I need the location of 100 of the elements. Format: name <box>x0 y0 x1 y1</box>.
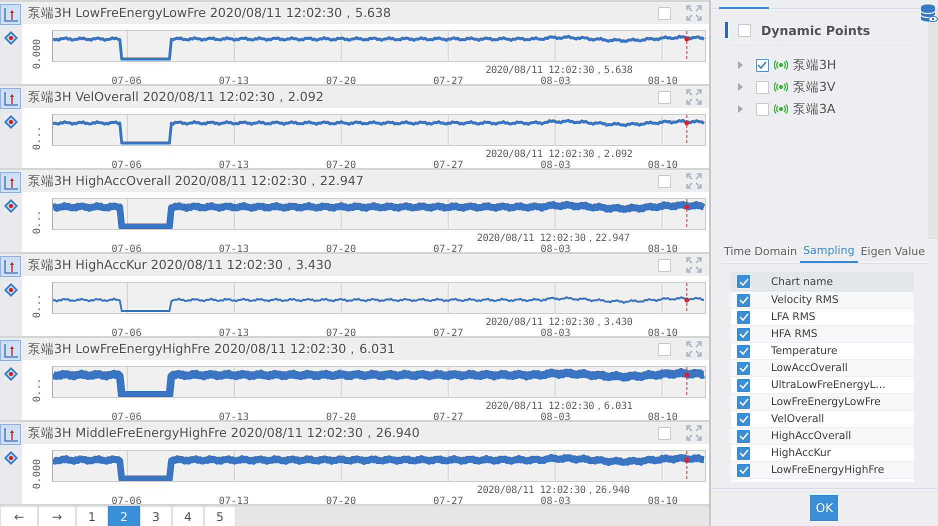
x-axis-label: 07-27 <box>433 244 464 255</box>
table-cell-text: LFA RMS <box>770 311 816 323</box>
row-checkbox[interactable] <box>737 328 750 340</box>
chart-checkbox[interactable] <box>658 174 671 188</box>
row-checkbox[interactable] <box>737 430 750 442</box>
chart-checkbox[interactable] <box>658 258 671 272</box>
signal-icon <box>774 60 788 70</box>
x-axis-label: 08-10 <box>648 328 678 339</box>
expand-icon[interactable] <box>684 88 703 106</box>
x-axis-label: 08-10 <box>648 160 678 171</box>
expand-arrow-icon[interactable] <box>738 61 743 69</box>
x-axis-label: 07-06 <box>112 328 142 339</box>
select-all-checkbox[interactable] <box>738 24 751 36</box>
expand-icon[interactable] <box>684 340 703 358</box>
row-checkbox[interactable] <box>737 464 750 476</box>
x-axis-label: 07-20 <box>326 496 356 507</box>
cursor-readout: 2020/08/11 12:02:30，5.638 <box>485 64 632 76</box>
x-axis-label: 08-03 <box>540 244 571 255</box>
row-checkbox[interactable] <box>737 310 750 324</box>
chart-title: 泵端3H VelOverall 2020/08/11 12:02:30，2.092 <box>28 88 325 106</box>
x-axis-label: 07-13 <box>218 328 249 339</box>
cursor-line[interactable] <box>686 31 688 61</box>
x-axis-label: 07-20 <box>326 160 356 171</box>
cursor-readout: 2020/08/11 12:02:30，2.092 <box>485 148 632 160</box>
x-axis-label: 08-03 <box>540 76 571 87</box>
x-axis-label: 07-06 <box>112 244 142 255</box>
row-checkbox[interactable] <box>737 294 750 306</box>
select-all-checkbox[interactable] <box>737 275 750 288</box>
row-checkbox[interactable] <box>737 412 750 426</box>
x-axis-label: 07-27 <box>433 496 464 507</box>
x-axis-label: 07-13 <box>218 76 249 87</box>
chart-title: 泵端3H HighAccOverall 2020/08/11 12:02:30，22.947 <box>28 172 365 190</box>
x-axis-label: 07-27 <box>433 412 464 423</box>
row-checkbox[interactable] <box>737 446 750 460</box>
row-checkbox[interactable] <box>737 378 750 392</box>
row-checkbox[interactable] <box>737 344 750 358</box>
x-axis-label: 08-03 <box>540 496 571 507</box>
expand-arrow-icon[interactable] <box>738 83 743 91</box>
x-axis-label: 07-20 <box>326 76 356 87</box>
cursor-readout: 2020/08/11 12:02:30，26.940 <box>476 484 630 496</box>
chart-title: 泵端3H LowFreEnergyHighFre 2020/08/11 12:02:30，6.031 <box>28 340 396 358</box>
y-axis-label: 0... <box>32 294 42 318</box>
chart-checkbox[interactable] <box>658 426 671 440</box>
tab[interactable]: Eigen Value <box>858 239 928 263</box>
page-button[interactable]: 5 <box>204 506 236 526</box>
table-cell-text: VelOverall <box>770 413 824 425</box>
database-icon[interactable] <box>920 4 938 24</box>
cursor-line[interactable] <box>686 199 688 229</box>
page-button[interactable]: 4 <box>172 506 204 526</box>
table-cell-text: HighAccOverall <box>770 430 852 442</box>
cursor-point <box>684 298 690 302</box>
signal-icon <box>774 82 788 92</box>
chart-checkbox[interactable] <box>658 6 671 20</box>
table-cell-text: HFA RMS <box>770 328 818 340</box>
trend-chart-icon[interactable] <box>0 4 21 25</box>
chart-checkbox[interactable] <box>658 90 671 104</box>
expand-icon[interactable] <box>684 256 703 274</box>
cursor-line[interactable] <box>686 451 688 481</box>
x-axis-label: 08-03 <box>540 160 571 171</box>
x-axis-label: 07-13 <box>218 244 249 255</box>
previous-page-button[interactable]: ← <box>0 506 38 526</box>
ok-button[interactable]: OK <box>810 494 838 520</box>
cursor-point <box>684 458 690 462</box>
chart-title: 泵端3H LowFreEnergyLowFre 2020/08/11 12:02:30，5.638 <box>28 4 392 22</box>
x-axis-label: 07-20 <box>326 244 356 255</box>
trend-chart-icon[interactable] <box>0 88 21 109</box>
cursor-point <box>684 120 690 126</box>
point-label[interactable]: 泵端3A <box>792 100 836 118</box>
x-axis-label: 07-27 <box>433 160 464 171</box>
cursor-line[interactable] <box>686 115 688 145</box>
expand-icon[interactable] <box>684 424 703 442</box>
table-cell-text: Velocity RMS <box>770 294 839 306</box>
trend-chart-icon[interactable] <box>0 172 21 193</box>
point-checkbox[interactable] <box>756 80 769 94</box>
cursor-line[interactable] <box>686 283 688 313</box>
row-checkbox[interactable] <box>737 362 750 374</box>
tab[interactable]: Time Domain <box>720 239 800 263</box>
chart-title: 泵端3H MiddleFreEnergyHighFre 2020/08/11 12:02:30，26.940 <box>28 424 421 442</box>
point-checkbox[interactable] <box>756 58 769 72</box>
page-button[interactable]: 3 <box>140 506 172 526</box>
page-button[interactable]: 2 <box>108 506 140 526</box>
point-label[interactable]: 泵端3V <box>792 78 836 96</box>
x-axis-label: 07-20 <box>326 328 356 339</box>
expand-arrow-icon[interactable] <box>738 105 743 113</box>
page-button[interactable]: 1 <box>76 506 108 526</box>
expand-icon[interactable] <box>684 4 703 22</box>
trend-chart-icon[interactable] <box>0 424 21 445</box>
y-axis-label: 0.000 <box>32 38 42 70</box>
point-checkbox[interactable] <box>756 102 769 116</box>
expand-icon[interactable] <box>684 172 703 190</box>
table-cell-text: HighAccKur <box>770 447 831 459</box>
cursor-point <box>684 36 690 42</box>
row-checkbox[interactable] <box>737 396 750 408</box>
trend-chart-icon[interactable] <box>0 256 21 277</box>
chart-checkbox[interactable] <box>658 342 671 356</box>
point-label[interactable]: 泵端3H <box>792 56 836 74</box>
trend-chart-icon[interactable] <box>0 340 21 361</box>
cursor-line[interactable] <box>686 367 688 397</box>
signal-icon <box>774 104 788 114</box>
next-page-button[interactable]: → <box>38 506 76 526</box>
